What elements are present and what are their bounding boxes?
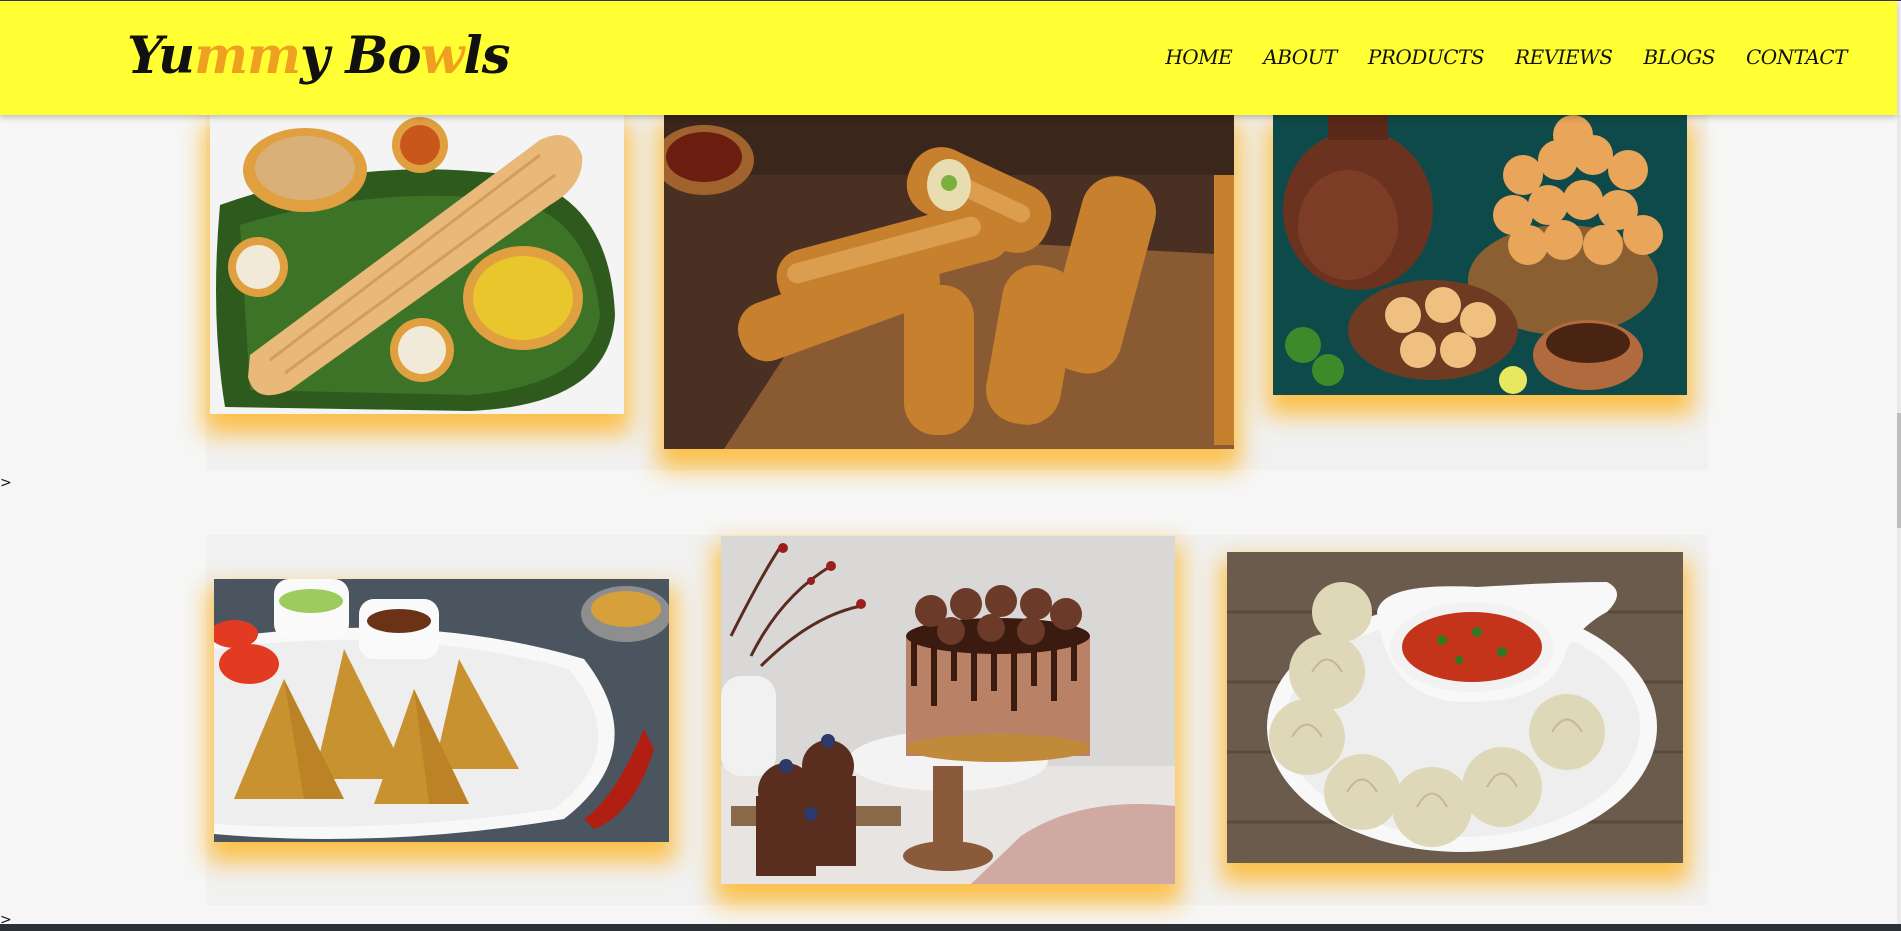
samosa-icon xyxy=(214,579,669,842)
dosa-icon xyxy=(210,115,624,414)
pani-puri-icon xyxy=(1273,115,1687,395)
spring-rolls-icon xyxy=(664,115,1234,449)
logo-part-4: w xyxy=(420,26,465,86)
nav-reviews[interactable]: REVIEWS xyxy=(1515,45,1613,69)
samosa-image-card[interactable] xyxy=(214,579,669,842)
spring-rolls-image-card[interactable] xyxy=(664,115,1234,449)
nav-blogs[interactable]: BLOGS xyxy=(1643,45,1715,69)
pani-puri-image-card[interactable] xyxy=(1273,115,1687,395)
logo-part-2: mm xyxy=(194,26,301,86)
momos-icon xyxy=(1227,552,1683,863)
chocolate-cake-icon xyxy=(721,536,1175,884)
nav-about[interactable]: ABOUT xyxy=(1263,45,1337,69)
stray-text-1: > xyxy=(0,475,12,491)
site-logo[interactable]: Yummy Bowls xyxy=(127,26,511,86)
dosa-image-card[interactable] xyxy=(210,115,624,414)
nav-products[interactable]: PRODUCTS xyxy=(1368,45,1485,69)
bottom-taskbar xyxy=(0,924,1901,931)
nav-contact[interactable]: CONTACT xyxy=(1746,45,1848,69)
logo-part-5: ls xyxy=(463,26,510,86)
scrollbar-thumb[interactable] xyxy=(1897,413,1901,528)
chocolate-cake-image-card[interactable] xyxy=(721,536,1175,884)
logo-part-3: y Bo xyxy=(300,26,422,86)
main-nav: HOME ABOUT PRODUCTS REVIEWS BLOGS CONTAC… xyxy=(1165,45,1847,69)
momos-image-card[interactable] xyxy=(1227,552,1683,863)
site-header: Yummy Bowls HOME ABOUT PRODUCTS REVIEWS … xyxy=(0,1,1897,115)
nav-home[interactable]: HOME xyxy=(1165,45,1232,69)
logo-part-1: Yu xyxy=(127,26,195,86)
top-border xyxy=(0,0,1901,1)
